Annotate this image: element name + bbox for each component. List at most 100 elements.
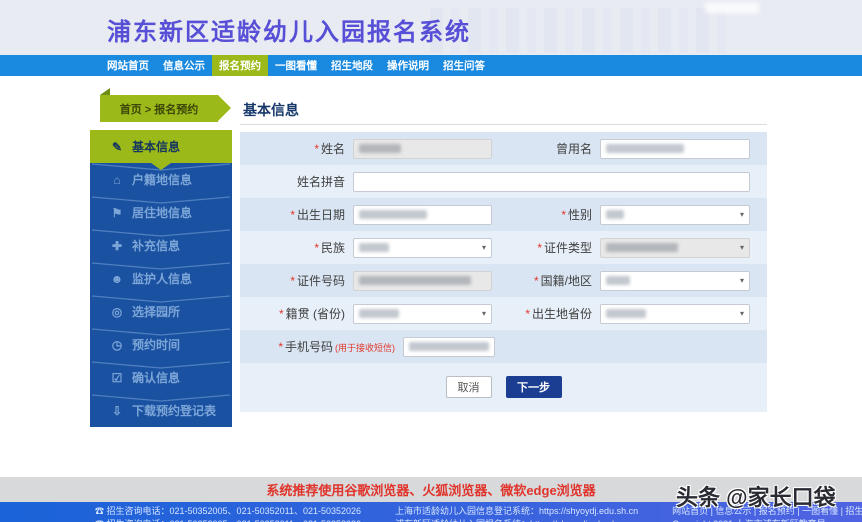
redacted-value [409,342,489,351]
doc-edit-icon: ✎ [111,139,123,154]
sidebar-item-6[interactable]: ◷ 预约时间 [90,328,232,361]
sidebar-item-label: 居住地信息 [132,206,193,220]
former-name-input[interactable] [600,138,750,159]
sidebar-item-2[interactable]: ⚑ 居住地信息 [90,196,232,229]
sidebar-item-label: 监护人信息 [132,272,193,286]
name-cell: * 姓名 [245,138,492,159]
id-number-cell: * 证件号码 [245,270,492,291]
sidebar: ✎ 基本信息 ⌂ 户籍地信息 ⚑ 居住地信息 ✚ 补充信息 ☻ 监护人信息 ◎ 选择园所 ◷ 预约时间 ☑ 确… [90,130,232,427]
birth-province-select[interactable]: ▾ [600,303,750,324]
redacted-value [359,210,427,219]
chevron-separator [91,394,231,402]
sidebar-item-label: 确认信息 [132,371,181,385]
required-asterisk: * [290,208,295,222]
chevron-separator [91,295,231,303]
chevron-down-icon: ▾ [739,243,744,252]
redacted-value [359,144,401,153]
nationality-cell: * 国籍/地区 ▾ [492,270,752,291]
footer-site-links-line-1[interactable]: Copyright 2021 上海市浦东新区教育局 [672,518,862,522]
name-pinyin-label-text: 姓名拼音 [296,175,345,189]
id-number-input[interactable] [353,270,492,291]
birth-date-input[interactable] [353,204,492,225]
required-asterisk: * [537,241,542,255]
site-header: 浦东新区适龄幼儿入园报名系统 [0,0,862,55]
id-type-label-text: 证件类型 [543,241,592,255]
gender-label-text: 性别 [567,208,592,222]
chevron-down-icon: ▾ [739,309,744,318]
breadcrumb-ribbon-fold [100,88,110,95]
sidebar-item-label: 基本信息 [132,140,181,154]
footer-system-url-line-1[interactable]: 浦东新区适龄幼儿入园报名系统：https://shyoydj.edu.sh.cn [395,518,638,522]
native-province-cell: * 籍贯 (省份) ▾ [245,303,492,324]
nav-item-3[interactable]: 一图看懂 [268,55,324,76]
sidebar-item-8[interactable]: ⇩ 下载预约登记表 [90,394,232,427]
footer-phone-info: ☎ 招生咨询电话：021-50352005、021-50352011、021-5… [95,505,361,522]
birth-date-cell: * 出生日期 [245,204,492,225]
birth-province-cell: * 出生地省份 ▾ [492,303,752,324]
ethnicity-select[interactable]: ▾ [353,237,492,258]
breadcrumb[interactable]: 首页 > 报名预约 [100,95,231,122]
chevron-separator [91,361,231,369]
id-number-label-text: 证件号码 [296,274,345,288]
birth-date-label: * 出生日期 [245,206,345,223]
chevron-separator [91,262,231,270]
guardian-person-icon: ☻ [110,271,124,286]
id-number-label: * 证件号码 [245,272,345,289]
gender-cell: * 性别 ▾ [492,204,752,225]
redacted-value [359,309,399,318]
footer-phone-info-line-1: ☎ 招生咨询电话：021-50352005、021-50352011、021-5… [95,518,361,522]
browser-tip-text: 系统推荐使用谷歌浏览器、火狐浏览器、微软edge浏览器 [266,483,596,498]
nationality-label: * 国籍/地区 [492,272,592,289]
gender-select[interactable]: ▾ [600,204,750,225]
redacted-value [606,243,678,252]
residence-flag-icon: ⚑ [111,205,123,220]
id-type-select[interactable]: ▾ [600,237,750,258]
download-icon: ⇩ [111,403,123,418]
plus-doc-icon: ✚ [111,238,123,253]
form-row: * 手机号码 (用于接收短信) [240,330,767,363]
main-nav: 网站首页 信息公示 报名预约 一图看懂 招生地段 操作说明 招生问答 [0,55,862,76]
native-province-label-text: 籍贯 (省份) [285,307,345,321]
sidebar-item-5[interactable]: ◎ 选择园所 [90,295,232,328]
birth-date-label-text: 出生日期 [296,208,345,222]
footer-phone-info-line-0: ☎ 招生咨询电话：021-50352005、021-50352011、021-5… [95,506,362,516]
nav-item-1[interactable]: 信息公示 [156,55,212,76]
required-asterisk: * [314,241,319,255]
home-icon: ⌂ [113,172,121,187]
form-row: * 民族 ▾ * 证件类型 ▾ [240,231,767,264]
footer-system-url: 上海市适龄幼儿入园信息登记系统：https://shyoydj.edu.sh.c… [395,505,638,522]
required-asterisk: * [278,340,283,354]
form-row: * 籍贯 (省份) ▾ * 出生地省份 ▾ [240,297,767,330]
name-label: * 姓名 [245,140,345,157]
cancel-button[interactable]: 取消 [445,376,492,398]
sidebar-item-label: 选择园所 [132,305,181,319]
form-row: 姓名拼音 [240,165,767,198]
nav-item-4[interactable]: 招生地段 [324,55,380,76]
sidebar-item-label: 预约时间 [132,338,181,352]
sidebar-item-3[interactable]: ✚ 补充信息 [90,229,232,262]
chevron-down-icon: ▾ [481,243,486,252]
form-actions: 取消 下一步 [240,363,767,412]
form-row: * 姓名 曾用名 [240,132,767,165]
name-input[interactable] [353,138,492,159]
mobile-input[interactable] [403,336,495,357]
confirm-check-icon: ☑ [111,370,123,385]
target-icon: ◎ [111,304,123,319]
next-step-button[interactable]: 下一步 [505,376,562,398]
sidebar-item-7[interactable]: ☑ 确认信息 [90,361,232,394]
redacted-value [359,276,471,285]
name-pinyin-input[interactable] [353,171,750,192]
native-province-select[interactable]: ▾ [353,303,492,324]
nationality-select[interactable]: ▾ [600,270,750,291]
nationality-label-text: 国籍/地区 [540,274,592,288]
nav-item-2[interactable]: 报名预约 [212,55,268,76]
nav-item-0[interactable]: 网站首页 [100,55,156,76]
footer-system-url-line-0[interactable]: 上海市适龄幼儿入园信息登记系统：https://shyoydj.edu.sh.c… [395,505,638,518]
sidebar-item-4[interactable]: ☻ 监护人信息 [90,262,232,295]
nav-item-6[interactable]: 招生问答 [436,55,492,76]
required-asterisk: * [525,307,530,321]
former-name-label: 曾用名 [492,140,592,157]
id-type-label: * 证件类型 [492,239,592,256]
nav-item-5[interactable]: 操作说明 [380,55,436,76]
sidebar-item-0[interactable]: ✎ 基本信息 [90,130,232,170]
